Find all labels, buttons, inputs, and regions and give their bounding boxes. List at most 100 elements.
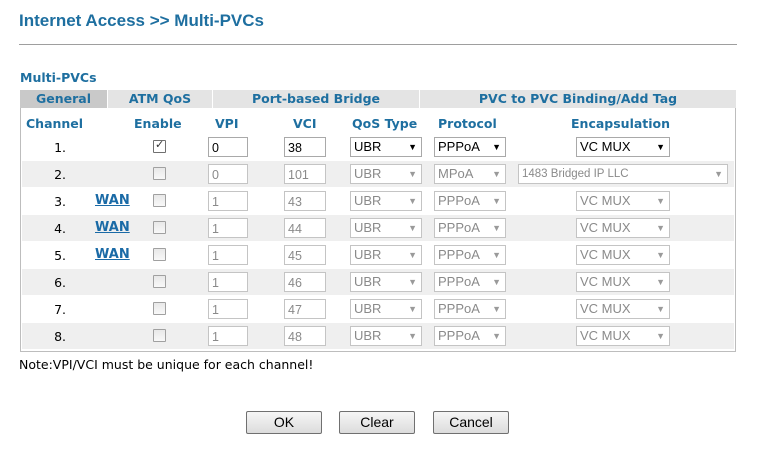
chevron-down-icon: ▼ <box>492 277 501 287</box>
qos-type-value: UBR <box>354 220 382 235</box>
vpi-input[interactable]: 1 <box>208 299 248 319</box>
encapsulation-select[interactable]: VC MUX ▼ <box>576 326 670 346</box>
title-divider <box>19 44 737 45</box>
protocol-select[interactable]: PPPoA ▼ <box>434 299 506 319</box>
protocol-select[interactable]: PPPoA ▼ <box>434 218 506 238</box>
vpi-input[interactable]: 1 <box>208 245 248 265</box>
vci-input[interactable]: 45 <box>284 245 326 265</box>
enable-checkbox[interactable] <box>153 167 166 180</box>
protocol-select[interactable]: PPPoA ▼ <box>434 137 506 157</box>
enable-checkbox[interactable] <box>153 329 166 342</box>
encapsulation-select[interactable]: VC MUX ▼ <box>576 218 670 238</box>
vci-input[interactable]: 48 <box>284 326 326 346</box>
channel-number: 7. <box>54 302 66 317</box>
vci-input[interactable]: 101 <box>284 164 326 184</box>
enable-checkbox[interactable] <box>153 275 166 288</box>
protocol-select[interactable]: MPoA ▼ <box>434 164 506 184</box>
qos-type-select[interactable]: UBR ▼ <box>350 272 422 292</box>
tab-pvc-binding[interactable]: PVC to PVC Binding/Add Tag <box>420 90 736 108</box>
qos-type-select[interactable]: UBR ▼ <box>350 326 422 346</box>
protocol-value: PPPoA <box>438 139 480 154</box>
column-header-qos-type: QoS Type <box>352 116 418 131</box>
qos-type-select[interactable]: UBR ▼ <box>350 245 422 265</box>
protocol-select[interactable]: PPPoA ▼ <box>434 326 506 346</box>
qos-type-value: UBR <box>354 301 382 316</box>
vpi-input[interactable]: 1 <box>208 191 248 211</box>
table-row: 7. 1 47 UBR ▼ PPPoA ▼ VC MUX ▼ <box>22 296 734 322</box>
tab-atm-qos[interactable]: ATM QoS <box>108 90 213 108</box>
encapsulation-select[interactable]: VC MUX ▼ <box>576 299 670 319</box>
chevron-down-icon: ▼ <box>656 331 665 341</box>
clear-button[interactable]: Clear <box>339 411 415 434</box>
wan-link[interactable]: WAN <box>95 247 130 262</box>
qos-type-select[interactable]: UBR ▼ <box>350 191 422 211</box>
encapsulation-value: VC MUX <box>580 328 631 343</box>
chevron-down-icon: ▼ <box>408 250 417 260</box>
protocol-value: PPPoA <box>438 274 480 289</box>
column-header-enable: Enable <box>134 116 182 131</box>
vci-input[interactable]: 38 <box>284 137 326 157</box>
table-row: 8. 1 48 UBR ▼ PPPoA ▼ VC MUX ▼ <box>22 323 734 349</box>
vci-input[interactable]: 43 <box>284 191 326 211</box>
chevron-down-icon: ▼ <box>408 169 417 179</box>
qos-type-select[interactable]: UBR ▼ <box>350 218 422 238</box>
channel-number: 1. <box>54 140 66 155</box>
encapsulation-value: VC MUX <box>580 274 631 289</box>
vpi-input[interactable]: 1 <box>208 218 248 238</box>
encapsulation-value: VC MUX <box>580 139 631 154</box>
table-row: 6. 1 46 UBR ▼ PPPoA ▼ VC MUX ▼ <box>22 269 734 295</box>
encapsulation-select[interactable]: 1483 Bridged IP LLC ▼ <box>518 164 728 184</box>
tab-bar: General ATM QoS Port-based Bridge PVC to… <box>20 90 736 108</box>
vci-input[interactable]: 44 <box>284 218 326 238</box>
enable-checkbox[interactable] <box>153 248 166 261</box>
encapsulation-select[interactable]: VC MUX ▼ <box>576 137 670 157</box>
page-title: Internet Access >> Multi-PVCs <box>19 11 265 30</box>
chevron-down-icon: ▼ <box>656 142 665 152</box>
vpi-input[interactable]: 0 <box>208 137 248 157</box>
channel-number: 5. <box>54 248 66 263</box>
channel-number: 6. <box>54 275 66 290</box>
ok-button[interactable]: OK <box>246 411 322 434</box>
protocol-select[interactable]: PPPoA ▼ <box>434 272 506 292</box>
note-text: Note:VPI/VCI must be unique for each cha… <box>19 357 314 372</box>
cancel-button[interactable]: Cancel <box>433 411 509 434</box>
qos-type-select[interactable]: UBR ▼ <box>350 164 422 184</box>
column-header-encapsulation: Encapsulation <box>571 116 671 131</box>
protocol-select[interactable]: PPPoA ▼ <box>434 245 506 265</box>
encapsulation-select[interactable]: VC MUX ▼ <box>576 245 670 265</box>
encapsulation-value: 1483 Bridged IP LLC <box>522 168 629 180</box>
vpi-input[interactable]: 0 <box>208 164 248 184</box>
enable-checkbox[interactable] <box>153 138 166 153</box>
chevron-down-icon: ▼ <box>656 223 665 233</box>
wan-link[interactable]: WAN <box>95 220 130 235</box>
encapsulation-select[interactable]: VC MUX ▼ <box>576 191 670 211</box>
encapsulation-value: VC MUX <box>580 301 631 316</box>
channel-number: 8. <box>54 329 66 344</box>
chevron-down-icon: ▼ <box>656 250 665 260</box>
wan-link[interactable]: WAN <box>95 193 130 208</box>
table-row: 5. WAN 1 45 UBR ▼ PPPoA ▼ VC MUX ▼ <box>22 242 734 268</box>
tab-port-based-bridge[interactable]: Port-based Bridge <box>213 90 420 108</box>
chevron-down-icon: ▼ <box>492 250 501 260</box>
vpi-input[interactable]: 1 <box>208 326 248 346</box>
channel-number: 3. <box>54 194 66 209</box>
chevron-down-icon: ▼ <box>408 331 417 341</box>
chevron-down-icon: ▼ <box>656 277 665 287</box>
protocol-select[interactable]: PPPoA ▼ <box>434 191 506 211</box>
enable-checkbox[interactable] <box>153 194 166 207</box>
tab-general[interactable]: General <box>20 90 108 108</box>
enable-checkbox[interactable] <box>153 302 166 315</box>
protocol-value: PPPoA <box>438 193 480 208</box>
vci-input[interactable]: 47 <box>284 299 326 319</box>
encapsulation-select[interactable]: VC MUX ▼ <box>576 272 670 292</box>
protocol-value: MPoA <box>438 166 474 181</box>
vci-input[interactable]: 46 <box>284 272 326 292</box>
protocol-value: PPPoA <box>438 247 480 262</box>
qos-type-value: UBR <box>354 247 382 262</box>
qos-type-select[interactable]: UBR ▼ <box>350 137 422 157</box>
enable-checkbox[interactable] <box>153 221 166 234</box>
column-header-protocol: Protocol <box>438 116 497 131</box>
vpi-input[interactable]: 1 <box>208 272 248 292</box>
qos-type-select[interactable]: UBR ▼ <box>350 299 422 319</box>
chevron-down-icon: ▼ <box>408 196 417 206</box>
